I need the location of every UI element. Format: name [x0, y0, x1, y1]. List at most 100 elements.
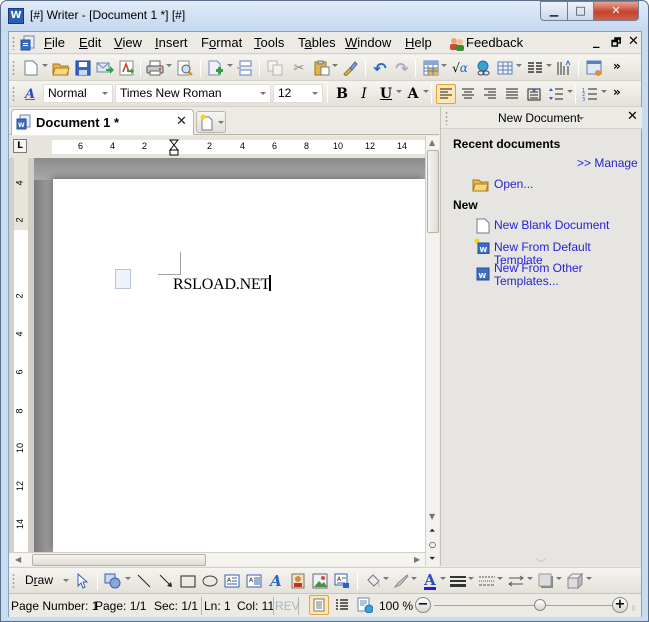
task-pane-button[interactable]: [584, 58, 604, 78]
menu-file[interactable]: File: [44, 35, 65, 50]
new-blank-document-link[interactable]: New Blank Document: [494, 219, 609, 232]
outline-view-button[interactable]: [332, 595, 352, 615]
menu-help[interactable]: Help: [405, 35, 432, 50]
line-style-dropdown-arrow[interactable]: [468, 577, 474, 580]
menu-window[interactable]: Window: [345, 35, 391, 50]
font-color-button[interactable]: A: [420, 571, 440, 591]
task-pane-grip[interactable]: [445, 111, 448, 125]
draw-dropdown-arrow[interactable]: [63, 579, 69, 582]
scroll-right-arrow[interactable]: ▶: [414, 555, 420, 564]
resize-grip-icon[interactable]: ⠿: [631, 605, 636, 613]
open-button[interactable]: [51, 58, 71, 78]
vertical-text-box-button[interactable]: A: [244, 571, 264, 591]
mdi-minimize-icon[interactable]: _: [593, 34, 600, 49]
autoshapes-dropdown-arrow[interactable]: [125, 577, 131, 580]
arrow-style-button[interactable]: [506, 571, 526, 591]
underline-dropdown-arrow[interactable]: [396, 90, 402, 93]
wordart-button[interactable]: A: [266, 571, 286, 591]
font-select[interactable]: Times New Roman: [115, 84, 271, 103]
hyperlink-button[interactable]: [473, 58, 493, 78]
table-grid-dropdown-arrow[interactable]: [516, 64, 522, 67]
paste-dropdown-arrow[interactable]: [332, 64, 338, 67]
mdi-restore-icon[interactable]: 🗗: [611, 34, 621, 53]
fill-color-dropdown-arrow[interactable]: [383, 577, 389, 580]
bold-button[interactable]: B: [332, 84, 352, 104]
browse-object-icon[interactable]: ○: [429, 540, 436, 549]
shadow-dropdown-arrow[interactable]: [556, 577, 562, 580]
print-dropdown-arrow[interactable]: [166, 64, 172, 67]
tab-close-icon[interactable]: ✕: [176, 114, 187, 129]
vertical-ruler[interactable]: 4 2 2 4 6 8 10 12 14: [9, 158, 34, 552]
toolbar-grip[interactable]: [12, 573, 15, 589]
italic-button[interactable]: I: [354, 84, 374, 104]
horizontal-scroll-thumb[interactable]: [32, 554, 206, 566]
format-toolbar-overflow[interactable]: »: [613, 85, 621, 99]
text-direction-button[interactable]: [554, 58, 574, 78]
web-layout-view-button[interactable]: [355, 595, 375, 615]
toolbar-grip[interactable]: [12, 86, 15, 102]
styles-button[interactable]: A: [20, 84, 40, 104]
page-break-button[interactable]: [235, 58, 255, 78]
new-document-button[interactable]: [21, 58, 41, 78]
font-size-grow-button[interactable]: A: [403, 84, 423, 104]
send-email-button[interactable]: [95, 58, 115, 78]
chevron-down-icon[interactable]: [578, 117, 584, 120]
task-pane-close-icon[interactable]: ✕: [627, 109, 638, 124]
insert-text-frame-button[interactable]: A: [332, 571, 352, 591]
arrow-style-dropdown-arrow[interactable]: [527, 577, 533, 580]
horizontal-ruler[interactable]: L 6 4 2 2 4 6 8 10 12 14: [9, 136, 425, 158]
menubar-grip[interactable]: [12, 36, 15, 50]
new-tab-button[interactable]: [196, 111, 226, 133]
shadow-button[interactable]: [536, 571, 556, 591]
dash-style-button[interactable]: [477, 571, 497, 591]
scroll-up-arrow[interactable]: ▲: [429, 138, 435, 147]
close-button[interactable]: ✕: [593, 1, 639, 21]
title-bar[interactable]: W [#] Writer - [Document 1 *] [#] ▁ □ ✕: [1, 1, 648, 31]
copy-button[interactable]: [265, 58, 285, 78]
insert-page-dropdown-arrow[interactable]: [227, 64, 233, 67]
mdi-close-icon[interactable]: ✕: [628, 34, 639, 49]
line-tool-button[interactable]: [134, 571, 154, 591]
align-center-button[interactable]: [458, 84, 478, 104]
document-menu-icon[interactable]: [20, 35, 36, 51]
line-spacing-button[interactable]: [546, 84, 566, 104]
minimize-button[interactable]: ▁: [540, 1, 568, 21]
manage-link[interactable]: >> Manage: [577, 157, 638, 170]
menu-tools[interactable]: Tools: [254, 35, 284, 50]
open-link[interactable]: Open...: [494, 178, 533, 191]
3d-button[interactable]: [565, 571, 585, 591]
zoom-slider-track[interactable]: [434, 605, 614, 606]
table-grid-button[interactable]: [495, 58, 515, 78]
align-left-button[interactable]: [436, 84, 456, 104]
cut-button[interactable]: ✂: [289, 58, 309, 78]
text-box-button[interactable]: A: [222, 571, 242, 591]
vertical-scrollbar[interactable]: ▲ ▼ ⏶ ○ ⏷: [425, 136, 439, 566]
numbering-button[interactable]: 123: [580, 84, 600, 104]
print-button[interactable]: [145, 58, 165, 78]
next-page-icon[interactable]: ⏷: [429, 554, 435, 564]
insert-table-dropdown-arrow[interactable]: [441, 64, 447, 67]
format-painter-button[interactable]: [340, 58, 360, 78]
vertical-scroll-thumb[interactable]: [427, 150, 439, 233]
redo-button[interactable]: ↷: [392, 58, 412, 78]
menu-edit[interactable]: Edit: [79, 35, 101, 50]
horizontal-scrollbar[interactable]: ◀ ▶: [9, 552, 425, 566]
new-from-other-templates-link[interactable]: New From Other Templates...: [494, 262, 604, 288]
numbering-dropdown-arrow[interactable]: [601, 90, 607, 93]
draw-menu-button[interactable]: Draw: [25, 573, 53, 587]
autoshapes-button[interactable]: [103, 571, 123, 591]
zoom-out-button[interactable]: −: [415, 597, 431, 613]
status-revision[interactable]: REV: [275, 599, 300, 613]
line-spacing-dropdown-arrow[interactable]: [567, 90, 573, 93]
style-select[interactable]: Normal: [43, 84, 113, 103]
previous-page-icon[interactable]: ⏶: [429, 526, 435, 536]
page-layout-view-button[interactable]: [309, 595, 329, 615]
menu-view[interactable]: View: [114, 35, 142, 50]
scroll-left-arrow[interactable]: ◀: [15, 555, 21, 564]
indent-marker[interactable]: [168, 139, 180, 156]
align-right-button[interactable]: [480, 84, 500, 104]
font-size-select[interactable]: 12: [273, 84, 323, 103]
menu-insert[interactable]: Insert: [155, 35, 188, 50]
columns-button[interactable]: [525, 58, 545, 78]
toolbar-grip[interactable]: [12, 60, 15, 76]
